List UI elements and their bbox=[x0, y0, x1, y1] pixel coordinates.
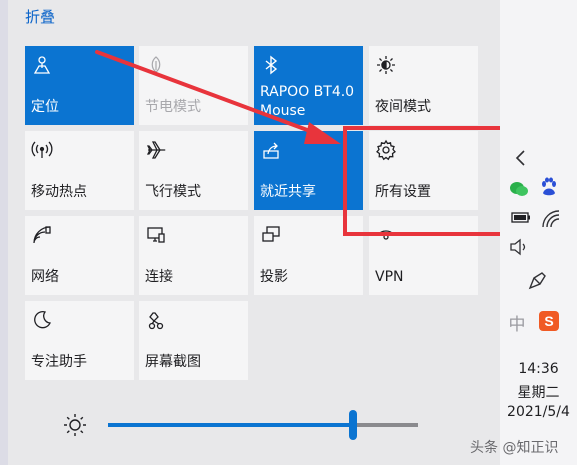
tile-label: 专注助手 bbox=[31, 354, 87, 370]
clock-time[interactable]: 14:36 bbox=[500, 361, 577, 377]
tile-night-light[interactable]: 夜间模式 bbox=[369, 46, 478, 125]
network-icon bbox=[33, 226, 51, 244]
battery-saver-icon bbox=[151, 56, 161, 73]
tile-airplane-mode[interactable]: 飞行模式 bbox=[139, 131, 248, 210]
taskbar: 中 S 14:36 星期二 2021/5/4 bbox=[500, 0, 577, 465]
wifi-icon[interactable] bbox=[540, 208, 562, 230]
tile-label: 屏幕截图 bbox=[145, 354, 201, 370]
tile-label: VPN bbox=[375, 269, 404, 285]
chevron-left-icon[interactable] bbox=[510, 147, 532, 169]
connect-icon bbox=[147, 227, 165, 243]
airplane-icon bbox=[146, 141, 166, 159]
tile-battery-saver[interactable]: 节电模式 bbox=[139, 46, 248, 125]
clock-date[interactable]: 2021/5/4 bbox=[500, 404, 577, 420]
clock-weekday[interactable]: 星期二 bbox=[500, 382, 577, 402]
tile-screen-snip[interactable]: 屏幕截图 bbox=[139, 301, 248, 380]
collapse-link[interactable]: 折叠 bbox=[25, 6, 55, 27]
project-icon bbox=[262, 226, 280, 242]
brightness-slider-thumb[interactable] bbox=[348, 410, 357, 440]
tile-label: RAPOO BT4.0 Mouse bbox=[260, 84, 355, 119]
nearby-sharing-icon bbox=[263, 142, 279, 159]
tile-label: 移动热点 bbox=[31, 184, 87, 200]
tile-label: 定位 bbox=[31, 99, 59, 115]
background-strip bbox=[0, 0, 8, 465]
bluetooth-icon bbox=[265, 55, 278, 75]
pen-icon[interactable] bbox=[526, 270, 548, 292]
baidu-icon[interactable] bbox=[538, 176, 560, 198]
location-icon bbox=[33, 56, 51, 74]
battery-icon[interactable] bbox=[510, 206, 532, 228]
tile-network[interactable]: 网络 bbox=[25, 216, 134, 295]
tile-label: 夜间模式 bbox=[375, 99, 431, 115]
sogou-icon[interactable]: S bbox=[538, 310, 560, 332]
tile-label: 节电模式 bbox=[145, 99, 201, 115]
mobile-hotspot-icon bbox=[31, 141, 53, 158]
tile-label: 投影 bbox=[260, 269, 288, 285]
svg-text:S: S bbox=[544, 313, 553, 329]
tile-label: 网络 bbox=[31, 269, 59, 285]
watermark: 头条 @知正识 bbox=[470, 440, 559, 456]
night-light-icon bbox=[377, 56, 395, 74]
volume-icon[interactable] bbox=[508, 236, 530, 258]
tile-bluetooth[interactable]: RAPOO BT4.0 Mouse bbox=[254, 46, 363, 125]
brightness-slider[interactable] bbox=[108, 410, 418, 440]
brightness-icon bbox=[64, 414, 86, 436]
tile-connect[interactable]: 连接 bbox=[139, 216, 248, 295]
screen-snip-icon bbox=[148, 312, 164, 330]
tile-location[interactable]: 定位 bbox=[25, 46, 134, 125]
tile-mobile-hotspot[interactable]: 移动热点 bbox=[25, 131, 134, 210]
brightness-slider-fill bbox=[108, 423, 353, 427]
focus-assist-icon bbox=[34, 311, 51, 329]
ime-indicator[interactable]: 中 bbox=[506, 310, 528, 335]
highlight-annotation-box bbox=[343, 126, 512, 236]
wechat-icon[interactable] bbox=[508, 178, 530, 200]
tile-label: 飞行模式 bbox=[145, 184, 201, 200]
tile-focus-assist[interactable]: 专注助手 bbox=[25, 301, 134, 380]
tile-label: 连接 bbox=[145, 269, 173, 285]
